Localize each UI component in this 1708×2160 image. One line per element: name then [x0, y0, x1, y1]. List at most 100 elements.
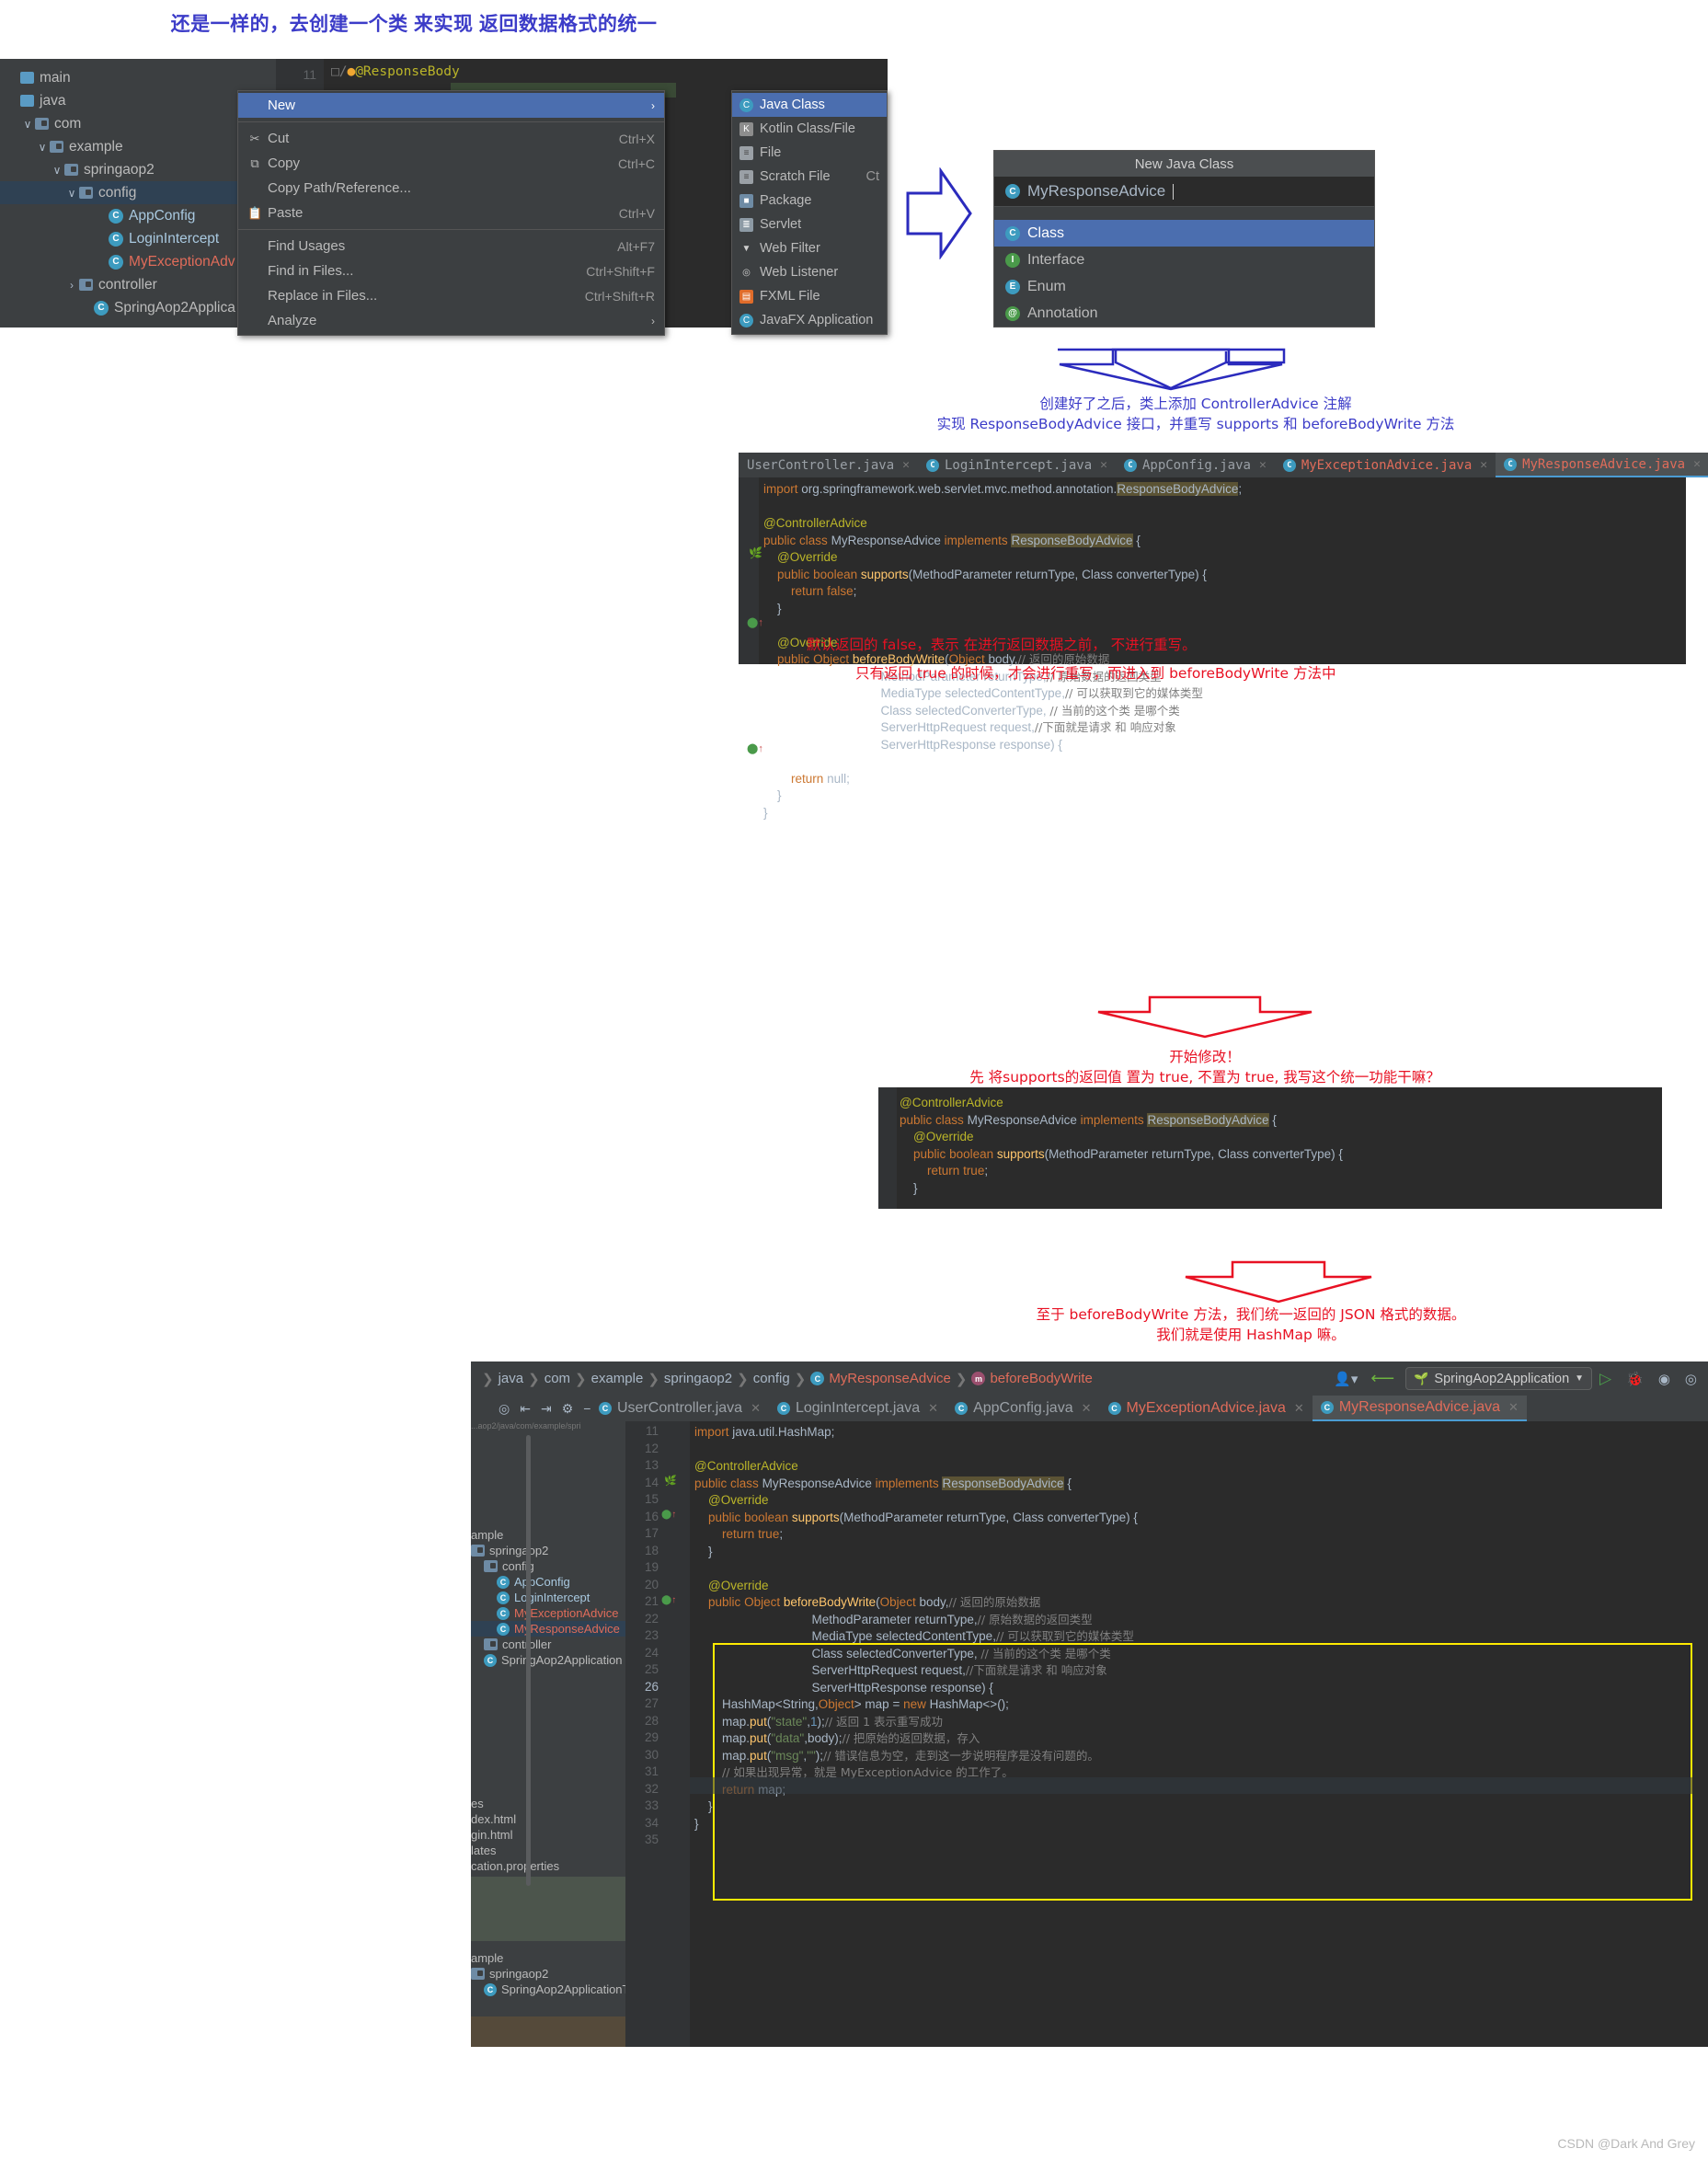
tree-expander[interactable]: ∨: [20, 118, 35, 131]
locate-icon[interactable]: ◎: [499, 1401, 510, 1417]
run-button[interactable]: ▷: [1599, 1370, 1611, 1388]
tree-item-springaop2[interactable]: ∨ springaop2: [0, 158, 237, 181]
tree-expander[interactable]: ›: [64, 279, 79, 292]
submenu-item-scratch-file[interactable]: ≡ Scratch File Ct: [732, 165, 887, 189]
tree-item-myexceptionadvice[interactable]: C MyExceptionAdvice: [471, 1605, 625, 1621]
editor-tab-myresponseadvice[interactable]: C MyResponseAdvice.java ✕: [1312, 1396, 1527, 1421]
menu-item-copy[interactable]: ⧉ Copy Ctrl+C: [238, 151, 664, 176]
bottom-project-tree[interactable]: ample springaop2 config C AppConfig C LoginInt…: [471, 1527, 625, 1668]
editor-tab-myresponseadvice[interactable]: C MyResponseAdvice.java ✕: [1496, 453, 1708, 477]
debug-button[interactable]: 🐞: [1626, 1371, 1644, 1387]
override-gutter-icon-4[interactable]: ⬤↑: [661, 1595, 676, 1605]
submenu-item-web-filter[interactable]: ▼ Web Filter: [732, 236, 887, 260]
submenu-item-java-class[interactable]: C Java Class: [732, 93, 887, 117]
breadcrumb-item-java[interactable]: java: [499, 1371, 524, 1386]
breadcrumb-item-config[interactable]: config: [753, 1371, 790, 1386]
tree-item-main[interactable]: main: [0, 66, 237, 89]
user-icon[interactable]: 👤▾: [1334, 1371, 1358, 1387]
tree-item-ample[interactable]: ample: [471, 1527, 625, 1543]
menu-item-copy-path-reference[interactable]: Copy Path/Reference...: [238, 176, 664, 201]
tree-item-lates[interactable]: lates: [471, 1843, 625, 1858]
tree-expander[interactable]: ∨: [35, 141, 50, 154]
class-name-input[interactable]: C MyResponseAdvice: [994, 177, 1374, 207]
override-gutter-icon-3[interactable]: ⬤↑: [661, 1510, 676, 1520]
tree-expander[interactable]: ∨: [64, 187, 79, 200]
tree-item-cation-properties[interactable]: cation.properties: [471, 1858, 625, 1874]
submenu-item-file[interactable]: ≡ File: [732, 141, 887, 165]
menu-item-new[interactable]: New ›: [238, 93, 664, 118]
class-kind-enum[interactable]: E Enum: [994, 273, 1374, 300]
tree-item-config[interactable]: config: [471, 1558, 625, 1574]
breadcrumb-item-com[interactable]: com: [544, 1371, 570, 1386]
new-java-class-dialog[interactable]: New Java Class C MyResponseAdvice C Class…: [993, 150, 1375, 327]
tree-item-springaop2[interactable]: springaop2: [471, 1543, 625, 1558]
tree-item-ample[interactable]: ample: [471, 1950, 632, 1966]
tree-item-gin-html[interactable]: gin.html: [471, 1827, 625, 1843]
editor-tab-appconfig[interactable]: C AppConfig.java ✕: [1116, 453, 1275, 477]
spring-bean-gutter-icon[interactable]: 🌿: [749, 546, 762, 559]
close-icon[interactable]: ✕: [1693, 457, 1701, 471]
close-icon[interactable]: ✕: [1259, 458, 1267, 472]
class-kind-interface[interactable]: I Interface: [994, 247, 1374, 273]
menu-item-find-usages[interactable]: Find Usages Alt+F7: [238, 234, 664, 259]
tree-item-myresponseadvice[interactable]: C MyResponseAdvice: [471, 1621, 625, 1637]
editor-tab-loginintercept[interactable]: C LoginIntercept.java ✕: [769, 1396, 946, 1421]
collapse-all-icon[interactable]: ⇥: [541, 1401, 552, 1417]
tree-item-springaop2applicationte[interactable]: C SpringAop2ApplicationTe: [471, 1982, 635, 1997]
tree-item-controller[interactable]: controller: [471, 1637, 625, 1652]
run-with-coverage-button[interactable]: ◉: [1658, 1371, 1670, 1387]
menu-item-replace-in-files[interactable]: Replace in Files... Ctrl+Shift+R: [238, 283, 664, 308]
override-gutter-icon-1[interactable]: ⬤↑: [747, 616, 763, 628]
tree-item-example[interactable]: ∨ example: [0, 135, 237, 158]
editor-tab-myexceptionadvice[interactable]: C MyExceptionAdvice.java ✕: [1100, 1396, 1313, 1421]
editor-tab-myexceptionadvice[interactable]: C MyExceptionAdvice.java ✕: [1275, 453, 1496, 477]
tree-item-appconfig[interactable]: C AppConfig: [0, 204, 237, 227]
submenu-item-package[interactable]: ■ Package: [732, 189, 887, 213]
editor-tab-usercontroller[interactable]: C UserController.java ✕: [590, 1396, 769, 1421]
new-submenu[interactable]: C Java Class K Kotlin Class/File ≡ File ≡ Scrat…: [731, 90, 888, 335]
gear-icon[interactable]: ⚙: [562, 1401, 574, 1417]
menu-item-cut[interactable]: ✂ Cut Ctrl+X: [238, 126, 664, 151]
tree-expander[interactable]: ∨: [50, 164, 64, 177]
tree-item-springaop2applica[interactable]: C SpringAop2Applica: [0, 296, 237, 319]
submenu-item-web-listener[interactable]: ◎ Web Listener: [732, 260, 887, 284]
editor-tab-loginintercept[interactable]: C LoginIntercept.java ✕: [918, 453, 1116, 477]
project-tree-top[interactable]: main java ∨ com ∨ example ∨ springaop2 ∨ config C A…: [0, 66, 237, 319]
close-icon[interactable]: ✕: [902, 458, 910, 472]
submenu-item-fxml-file[interactable]: ▤ FXML File: [732, 284, 887, 308]
submenu-item-servlet[interactable]: ≣ Servlet: [732, 213, 887, 236]
tree-item-es[interactable]: es: [471, 1796, 625, 1811]
breadcrumb[interactable]: ❯ java ❯ com ❯ example ❯ springaop2 ❯ config ❯ C MyR…: [482, 1371, 1093, 1387]
editor-tab-appconfig[interactable]: C AppConfig.java ✕: [946, 1396, 1099, 1421]
breadcrumb-item-myresponseadvice[interactable]: MyResponseAdvice: [829, 1371, 951, 1386]
tree-item-config[interactable]: ∨ config: [0, 181, 237, 204]
breadcrumb-item-springaop2[interactable]: springaop2: [664, 1371, 732, 1386]
override-gutter-icon-2[interactable]: ⬤↑: [747, 742, 763, 754]
tree-item-appconfig[interactable]: C AppConfig: [471, 1574, 625, 1590]
tree-item-java[interactable]: java: [0, 89, 237, 112]
class-kind-list[interactable]: C Class I Interface E Enum @ Annotation: [994, 220, 1374, 327]
tree-item-loginintercept[interactable]: C LoginIntercept: [0, 227, 237, 250]
tree-item-controller[interactable]: › controller: [0, 273, 237, 296]
tree-item-com[interactable]: ∨ com: [0, 112, 237, 135]
close-icon[interactable]: ✕: [1480, 458, 1487, 472]
class-kind-annotation[interactable]: @ Annotation: [994, 300, 1374, 327]
close-icon[interactable]: ✕: [751, 1401, 761, 1416]
menu-item-paste[interactable]: 📋 Paste Ctrl+V: [238, 201, 664, 225]
bottom-project-tree-test[interactable]: ample springaop2 C SpringAop2ApplicationTe: [471, 1950, 635, 1997]
breadcrumb-item-beforebodywrite[interactable]: beforeBodyWrite: [990, 1371, 1092, 1386]
tree-item-loginintercept[interactable]: C LoginIntercept: [471, 1590, 625, 1605]
tree-item-dex-html[interactable]: dex.html: [471, 1811, 625, 1827]
close-icon[interactable]: ✕: [1082, 1401, 1092, 1416]
menu-item-find-in-files[interactable]: Find in Files... Ctrl+Shift+F: [238, 259, 664, 283]
more-actions-icon[interactable]: ◎: [1685, 1371, 1697, 1387]
submenu-item-javafx-application[interactable]: C JavaFX Application: [732, 308, 887, 332]
back-arrow-icon[interactable]: ⟵: [1370, 1369, 1394, 1388]
tree-item-springaop2[interactable]: springaop2: [471, 1966, 632, 1982]
close-icon[interactable]: ✕: [1294, 1401, 1304, 1416]
tree-item-myexceptionadv[interactable]: C MyExceptionAdv: [0, 250, 237, 273]
breadcrumb-item-example[interactable]: example: [591, 1371, 644, 1386]
project-toolwindow-actions[interactable]: ◎ ⇤ ⇥ ⚙ −: [471, 1401, 590, 1417]
tree-item-springaop2application[interactable]: C SpringAop2Application: [471, 1652, 625, 1668]
spring-bean-gutter-icon-2[interactable]: 🌿: [664, 1475, 677, 1487]
